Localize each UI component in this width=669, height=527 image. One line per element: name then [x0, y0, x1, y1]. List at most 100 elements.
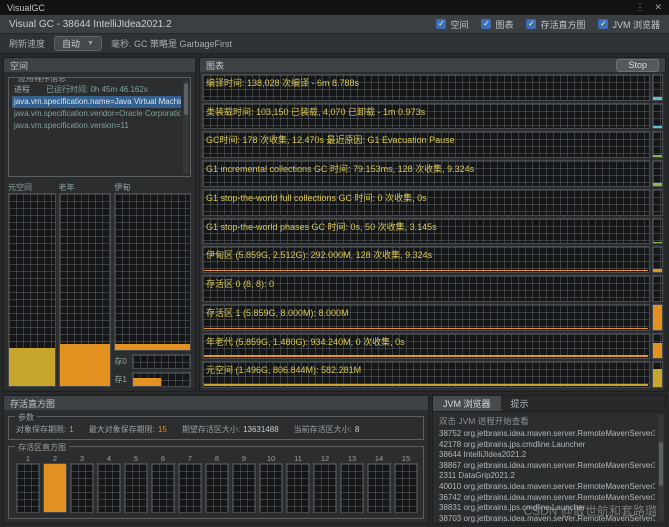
histogram-slot: 12: [313, 454, 337, 513]
jvm-browser-view-checkbox[interactable]: ✓ JVM 浏览器: [598, 18, 660, 31]
histogram-slot-bar: [70, 463, 94, 513]
graph-current-value-bar: [652, 246, 663, 274]
graph-current-value-bar: [652, 361, 663, 389]
jvm-process-item[interactable]: 40010 org.jetbrains.idea.maven.server.Re…: [439, 482, 655, 493]
histogram-slot: 15: [394, 454, 418, 513]
histogram-slot: 1: [16, 454, 40, 513]
refresh-rate-value: 自动: [62, 39, 81, 49]
jvm-process-item[interactable]: 38831 org.jetbrains.jps.cmdline.Launcher: [439, 503, 655, 514]
histogram-slot-bar: [367, 463, 391, 513]
graph-row: 编译时间: 138,028 次编译 - 6m 8.788s: [202, 74, 663, 101]
application-info-title: 应用程序信息: [15, 78, 69, 84]
histogram-slot-bar: [205, 463, 229, 513]
graph-row-label: 伊甸区 (5.859G, 2.512G): 292.000M, 128 次收集,…: [206, 250, 433, 261]
histogram-slot-number: 15: [401, 454, 411, 463]
histogram-slot-bar: [43, 463, 67, 513]
jvm-process-item[interactable]: 36742 org.jetbrains.idea.maven.server.Re…: [439, 493, 655, 504]
histogram-slot-bar: [313, 463, 337, 513]
histogram-panel: 存活直方图 参数 对象保存期限: 1 最大对象保存期限: 15 期望存活区大小: 1363…: [3, 395, 429, 524]
checkbox-check-icon: ✓: [481, 19, 492, 29]
histogram-slot-bar: [286, 463, 310, 513]
histogram-slot-bar: [232, 463, 256, 513]
refresh-rate-select[interactable]: 自动 ▼: [54, 36, 102, 51]
histogram-slot-number: 14: [374, 454, 384, 463]
graph-row: G1 incremental collections GC 时间: 79.153…: [202, 160, 663, 187]
jvm-process-item[interactable]: 38867 org.jetbrains.idea.maven.server.Re…: [439, 461, 655, 472]
graphs-view-checkbox[interactable]: ✓ 图表: [481, 18, 513, 31]
graph-plot-area: G1 stop-the-world phases GC 时间: 0s, 50 次…: [202, 217, 650, 245]
graphs-panel-title: 图表: [206, 60, 225, 71]
graph-history-fill: [204, 269, 648, 272]
application-info-group: 应用程序信息 进程 已运行时间: 0h 45m 46.162s java.vm.sp…: [8, 77, 191, 177]
histogram-panel-title: 存活直方图: [10, 398, 56, 409]
app-info-line[interactable]: 进程 已运行时间: 0h 45m 46.162s: [12, 84, 181, 96]
graph-history-fill: [204, 355, 648, 358]
survivor-histogram-slots: 1 2 3 4 5 6 7 8 9 10 11 12 13 14 15: [16, 454, 418, 513]
checkbox-check-icon: ✓: [526, 19, 537, 29]
survivor-histogram-group: 存活区直方图 1 2 3 4 5 6 7 8 9 10 11 12 13 14 15: [8, 442, 424, 519]
stop-button[interactable]: Stop: [616, 58, 659, 72]
histogram-slot-number: 4: [106, 454, 112, 463]
graph-row-label: 存活区 1 (5.859G, 8.000M): 8.000M: [206, 307, 349, 318]
checkbox-check-icon: ✓: [436, 19, 447, 29]
spaces-panel-title: 空间: [10, 60, 29, 71]
close-icon[interactable]: ✕: [654, 2, 662, 13]
histogram-slot-number: 2: [52, 454, 58, 463]
survivor1-label: 存1: [114, 375, 127, 384]
menu-icon[interactable]: ⋮: [635, 2, 644, 13]
graph-plot-area: 编译时间: 138,028 次编译 - 6m 8.788s: [202, 74, 650, 101]
jvm-process-item[interactable]: 38644 IntelliJIdea2021.2: [439, 450, 655, 461]
histogram-slot-number: 1: [25, 454, 31, 463]
survivor0-bar: [132, 354, 191, 369]
jvm-process-item[interactable]: 38752 org.jetbrains.idea.maven.server.Re…: [439, 429, 655, 440]
histogram-slot: 4: [97, 454, 121, 513]
jvm-process-item[interactable]: 2311 DataGrip2021.2: [439, 471, 655, 482]
jvm-process-item[interactable]: 42178 org.jetbrains.jps.cmdline.Launcher: [439, 440, 655, 451]
jvm-process-item[interactable]: 38703 org.jetbrains.idea.maven.server.Re…: [439, 514, 655, 523]
histogram-slot-bar: [178, 463, 202, 513]
graph-row: G1 stop-the-world phases GC 时间: 0s, 50 次…: [202, 217, 663, 245]
parameters-group: 参数 对象保存期限: 1 最大对象保存期限: 15 期望存活区大小: 13631488 当前…: [8, 412, 424, 440]
graph-plot-area: 年老代 (5.859G, 1.480G): 934.240M, 0 次收集, 0…: [202, 332, 650, 360]
histogram-view-checkbox[interactable]: ✓ 存活直方图: [526, 18, 585, 31]
graph-history-fill: [204, 327, 648, 329]
jvm-browser-content: 双击 JVM 进程开始查看 38752 org.jetbrains.idea.m…: [433, 412, 665, 523]
graph-plot-area: 伊甸区 (5.859G, 2.512G): 292.000M, 128 次收集,…: [202, 246, 650, 274]
graph-row-label: GC时间: 178 次收集, 12.470s 最近原因: G1 Evacuati…: [206, 135, 455, 146]
tab-hint[interactable]: 提示: [501, 396, 539, 411]
graphs-panel-header: 图表 Stop: [200, 58, 665, 72]
spaces-panel-header: 空间: [4, 58, 195, 72]
parameters-line: 对象保存期限: 1 最大对象保存期限: 15 期望存活区大小: 13631488 当前存活区…: [16, 424, 418, 435]
jvm-list-scrollbar[interactable]: [658, 414, 664, 521]
graph-row-label: 类装载时间: 103,150 已装载, 4,070 已卸载 - 1m 0.973…: [206, 106, 426, 117]
parameter-item: 当前存活区大小: 8: [293, 425, 360, 434]
spaces-view-checkbox[interactable]: ✓ 空间: [436, 18, 468, 31]
graph-row-label: 元空间 (1.496G, 806.844M): 582.281M: [206, 365, 362, 376]
graph-row: 类装载时间: 103,150 已装载, 4,070 已卸载 - 1m 0.973…: [202, 102, 663, 130]
app-info-line[interactable]: java.vm.specification.version=11: [12, 120, 181, 132]
survivor1-bar: [132, 372, 191, 387]
view-toggles: ✓ 空间 ✓ 图表 ✓ 存活直方图 ✓ JVM 浏览器: [436, 18, 660, 31]
histogram-slot: 14: [367, 454, 391, 513]
app-info-line[interactable]: java.vm.specification.name=Java Virtual …: [12, 96, 181, 108]
parameters-title: 参数: [15, 412, 37, 423]
jvm-process-list: 38752 org.jetbrains.idea.maven.server.Re…: [439, 429, 655, 523]
tab-jvm-browser[interactable]: JVM 浏览器: [433, 396, 501, 411]
app-info-line[interactable]: java.vm.specification.vendor=Oracle Corp…: [12, 108, 181, 120]
app-info-scrollbar[interactable]: [183, 80, 189, 174]
graph-row: 元空间 (1.496G, 806.844M): 582.281M: [202, 361, 663, 389]
histogram-slot-bar: [394, 463, 418, 513]
graph-plot-area: 元空间 (1.496G, 806.844M): 582.281M: [202, 361, 650, 389]
graph-current-value-bar: [652, 303, 663, 331]
graph-current-value-bar: [652, 160, 663, 187]
graph-row-label: G1 stop-the-world full collections GC 时间…: [206, 192, 427, 203]
metaspace-label: 元空间: [8, 183, 32, 192]
histogram-slot-number: 5: [133, 454, 139, 463]
graph-plot-area: GC时间: 178 次收集, 12.470s 最近原因: G1 Evacuati…: [202, 131, 650, 159]
jvm-browser-hint: 双击 JVM 进程开始查看: [439, 416, 529, 426]
histogram-slot-number: 8: [214, 454, 220, 463]
graph-row: 存活区 0 (8, 8): 0: [202, 275, 663, 302]
histogram-slot: 3: [70, 454, 94, 513]
histogram-slot-bar: [16, 463, 40, 513]
spaces-visualization: 元空间 老年 伊甸 存0 存1: [4, 180, 195, 391]
